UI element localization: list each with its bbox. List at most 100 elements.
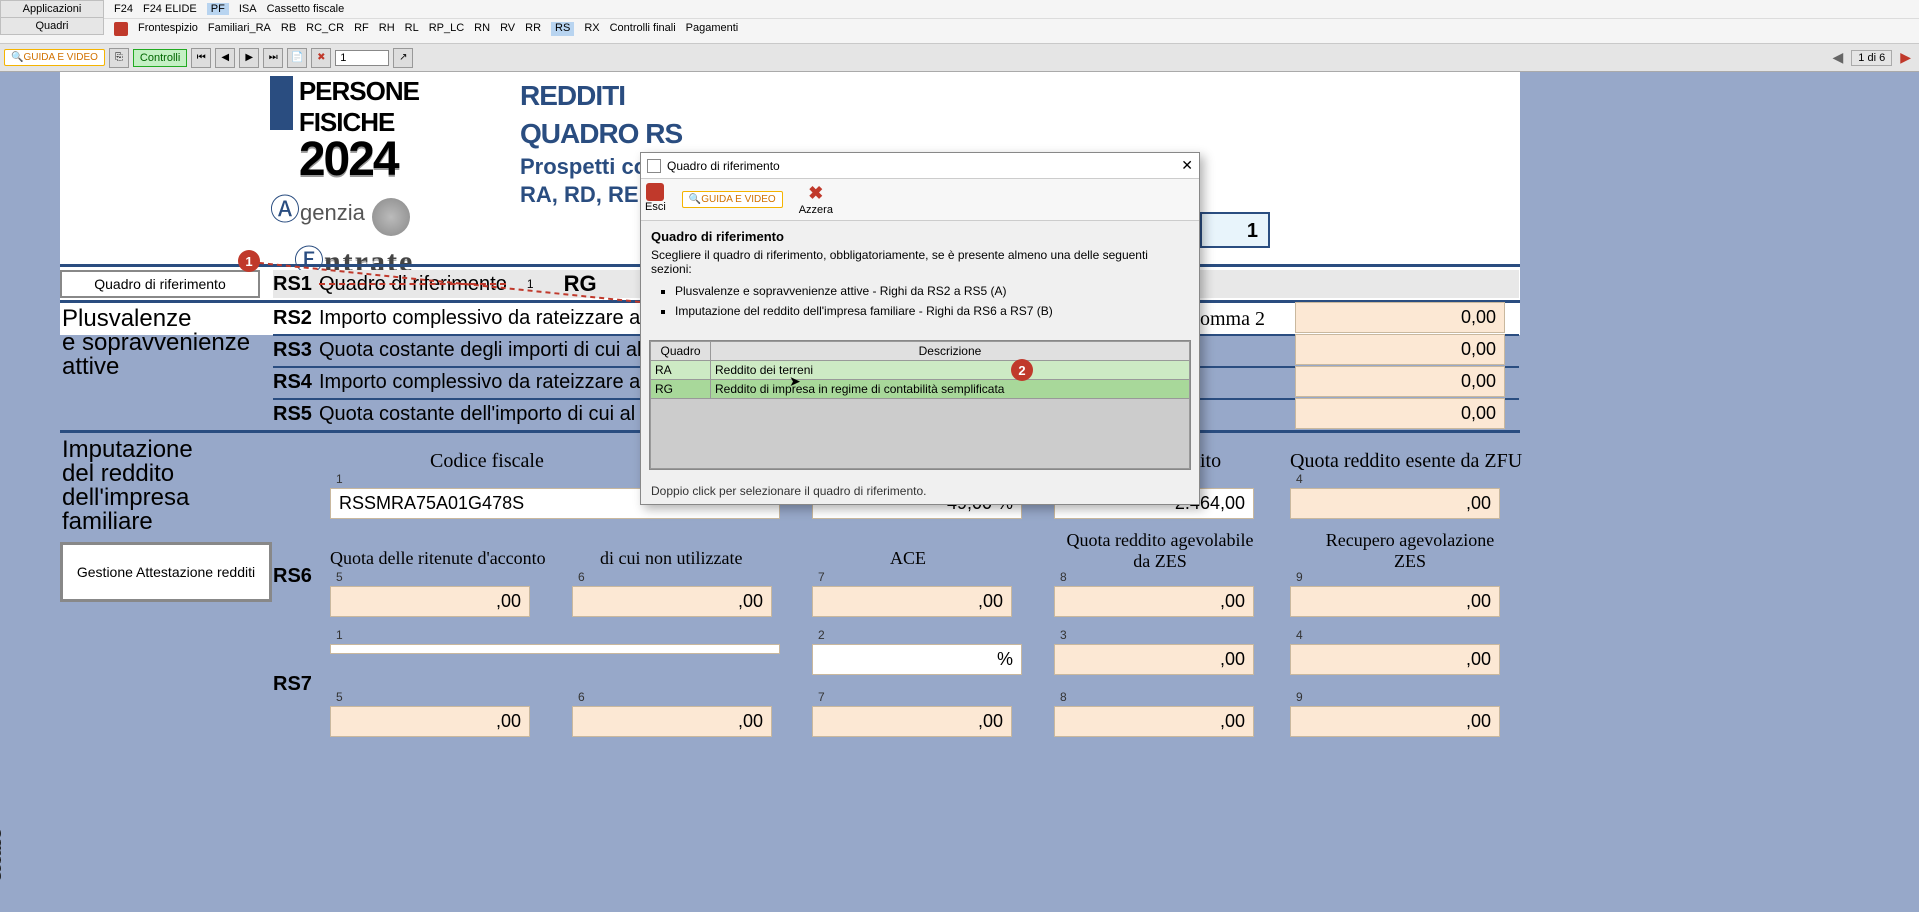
rs1-label: Quadro di riferimento bbox=[319, 273, 507, 296]
tab-f24elide[interactable]: F24 ELIDE bbox=[143, 3, 197, 15]
rs6-n4: 4 bbox=[1296, 472, 1303, 486]
dialog-close-icon[interactable]: ✕ bbox=[1181, 157, 1193, 174]
dialog-bullet-1: Plusvalenze e sopravvenienze attive - Ri… bbox=[675, 284, 1189, 298]
menu-rccr[interactable]: RC_CR bbox=[306, 22, 344, 36]
rs3-value[interactable]: 0,00 bbox=[1295, 334, 1505, 365]
emblem-icon bbox=[372, 198, 410, 236]
menu-rr[interactable]: RR bbox=[525, 22, 541, 36]
menu-controlli-finali[interactable]: Controlli finali bbox=[610, 22, 676, 36]
rs6-code: RS6 bbox=[273, 565, 319, 588]
rs7-n3: 3 bbox=[1060, 628, 1067, 642]
quadro-riferimento-button[interactable]: Quadro di riferimento bbox=[60, 270, 260, 298]
section-imputazione: Imputazionedel redditodell'impresafamili… bbox=[62, 438, 193, 534]
rs7-n7: 7 bbox=[818, 690, 825, 704]
applicazioni-button[interactable]: Applicazioni bbox=[0, 0, 104, 17]
col-codice-fiscale: Codice fiscale bbox=[430, 450, 544, 473]
gestione-attestazione-button[interactable]: Gestione Attestazione redditi bbox=[60, 542, 272, 602]
menu-rv[interactable]: RV bbox=[500, 22, 515, 36]
rs7-qp[interactable]: % bbox=[812, 644, 1022, 675]
rs7-n4: 4 bbox=[1296, 628, 1303, 642]
rs7-v7[interactable]: ,00 bbox=[812, 706, 1012, 737]
page-number-input[interactable] bbox=[335, 50, 389, 66]
menu-pagamenti[interactable]: Pagamenti bbox=[686, 22, 739, 36]
dialog-heading: Quadro di riferimento bbox=[651, 229, 1189, 244]
anno-label: 2024 bbox=[299, 138, 510, 181]
rs7-qr[interactable]: ,00 bbox=[1054, 644, 1254, 675]
delete-icon[interactable]: ✖ bbox=[311, 48, 331, 68]
section-plusvalenze: Plusvalenze e sopravvenienze attive bbox=[62, 307, 250, 379]
quadro-riferimento-dialog: Quadro di riferimento ✕ Esci 🔍GUIDA E VI… bbox=[640, 152, 1200, 505]
dialog-th-quadro: Quadro bbox=[651, 342, 711, 361]
pdf-icon[interactable] bbox=[114, 22, 128, 36]
rs3-code: RS3 bbox=[273, 339, 319, 362]
dialog-esci-button[interactable]: Esci bbox=[645, 183, 666, 216]
rs6-v7[interactable]: ,00 bbox=[812, 586, 1012, 617]
rs2-value[interactable]: 0,00 bbox=[1295, 302, 1505, 333]
rs7-v6[interactable]: ,00 bbox=[572, 706, 772, 737]
rs5-value[interactable]: 0,00 bbox=[1295, 398, 1505, 429]
tab-pf[interactable]: PF bbox=[207, 3, 229, 15]
quadri-button[interactable]: Quadri bbox=[0, 17, 104, 35]
menu-rb[interactable]: RB bbox=[281, 22, 296, 36]
rs7-qz[interactable]: ,00 bbox=[1290, 644, 1500, 675]
tab-isa[interactable]: ISA bbox=[239, 3, 257, 15]
rs7-n1: 1 bbox=[336, 628, 343, 642]
scroll-right-icon[interactable]: ▶ bbox=[1896, 49, 1915, 66]
next-page-icon[interactable]: ▶ bbox=[239, 48, 259, 68]
tab-cassetto[interactable]: Cassetto fiscale bbox=[267, 3, 345, 15]
rs6-v8[interactable]: ,00 bbox=[1054, 586, 1254, 617]
rs6-n6: 6 bbox=[578, 570, 585, 584]
rs7-v8[interactable]: ,00 bbox=[1054, 706, 1254, 737]
dialog-row-ra[interactable]: RAReddito dei terreni bbox=[651, 361, 1190, 380]
rs2-code: RS2 bbox=[273, 307, 319, 330]
menu-rf[interactable]: RF bbox=[354, 22, 369, 36]
menu-rl[interactable]: RL bbox=[405, 22, 419, 36]
dialog-guida-button[interactable]: 🔍GUIDA E VIDEO bbox=[682, 191, 783, 208]
menu-rx[interactable]: RX bbox=[584, 22, 599, 36]
rs6-v5[interactable]: ,00 bbox=[330, 586, 530, 617]
rs3-label: Quota costante degli importi di cui al r bbox=[319, 339, 654, 362]
menu-rs[interactable]: RS bbox=[551, 22, 574, 36]
menu-familiari[interactable]: Familiari_RA bbox=[208, 22, 271, 36]
dialog-row-rg[interactable]: RGReddito di impresa in regime di contab… bbox=[651, 380, 1190, 399]
export-icon[interactable]: ⎘ bbox=[109, 48, 129, 68]
rs7-n8: 8 bbox=[1060, 690, 1067, 704]
rs5-label: Quota costante dell'importo di cui al ri bbox=[319, 403, 652, 426]
rs4-value[interactable]: 0,00 bbox=[1295, 366, 1505, 397]
menu-rn[interactable]: RN bbox=[474, 22, 490, 36]
rs6-n9: 9 bbox=[1296, 570, 1303, 584]
menu-frontespizio[interactable]: Frontespizio bbox=[138, 22, 198, 36]
first-page-icon[interactable]: ⏮ bbox=[191, 48, 211, 68]
col-quota-zfu: Quota reddito esente da ZFU bbox=[1290, 450, 1522, 473]
goto-icon[interactable]: ↗ bbox=[393, 48, 413, 68]
rs6-v9[interactable]: ,00 bbox=[1290, 586, 1500, 617]
rs6-qz[interactable]: ,00 bbox=[1290, 488, 1500, 519]
annotation-1: 1 bbox=[238, 250, 260, 272]
dialog-instructions: Scegliere il quadro di riferimento, obbl… bbox=[651, 248, 1189, 276]
dialog-table-empty bbox=[651, 399, 1190, 469]
magnifier-icon: 🔍 bbox=[11, 52, 23, 63]
dialog-azzera-button[interactable]: ✖ Azzera bbox=[799, 183, 833, 216]
mod-n-box: 1 bbox=[1200, 212, 1270, 248]
rs6-n8: 8 bbox=[1060, 570, 1067, 584]
tab-f24[interactable]: F24 bbox=[114, 3, 133, 15]
scroll-left-icon[interactable]: ◀ bbox=[1829, 49, 1848, 66]
rs7-v5[interactable]: ,00 bbox=[330, 706, 530, 737]
copy-icon[interactable]: 📄 bbox=[287, 48, 307, 68]
guida-video-button[interactable]: 🔍GUIDA E VIDEO bbox=[4, 49, 105, 66]
rs7-cf[interactable] bbox=[330, 644, 780, 654]
module-tabs: F24 F24 ELIDE PF ISA Cassetto fiscale bbox=[104, 0, 1919, 18]
rs1-code: RS1 bbox=[273, 273, 319, 296]
rs6-n1: 1 bbox=[336, 472, 343, 486]
redditi-label: REDDITI bbox=[520, 80, 682, 112]
menu-rh[interactable]: RH bbox=[379, 22, 395, 36]
form-body: PERSONE FISICHE 2024 Ⓐgenzia Ⓔntrate RED… bbox=[0, 72, 1919, 912]
menu-rplc[interactable]: RP_LC bbox=[429, 22, 464, 36]
last-page-icon[interactable]: ⏭ bbox=[263, 48, 283, 68]
prev-page-icon[interactable]: ◀ bbox=[215, 48, 235, 68]
controlli-button[interactable]: Controlli bbox=[133, 49, 187, 67]
stop-icon bbox=[646, 183, 664, 201]
rs6-v6[interactable]: ,00 bbox=[572, 586, 772, 617]
rs7-v9[interactable]: ,00 bbox=[1290, 706, 1500, 737]
rs4-label: Importo complessivo da rateizzare ai s bbox=[319, 371, 660, 394]
